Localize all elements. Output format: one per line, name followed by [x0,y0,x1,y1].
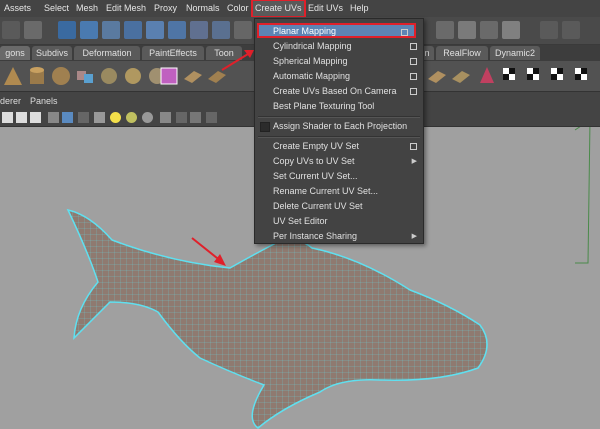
option-box-icon[interactable] [410,143,417,150]
menu-item-per-instance-sharing[interactable]: Per Instance Sharing ▶ [255,229,423,244]
tab-painteffects[interactable]: PaintEffects [142,46,204,60]
menu-item-automatic-mapping[interactable]: Automatic Mapping [255,69,423,84]
tab-realflow[interactable]: RealFlow [436,46,488,60]
menu-item-copy-uvs[interactable]: Copy UVs to UV Set ▶ [255,154,423,169]
menu-proxy[interactable]: Proxy [154,0,177,17]
lights-icon[interactable] [110,112,121,123]
texture-icon[interactable] [94,112,105,123]
share-icon[interactable] [206,112,217,123]
select-object-icon[interactable] [102,21,120,39]
menu-help[interactable]: Help [350,0,369,17]
menu-select[interactable]: Select [44,0,69,17]
uv-layout-icon[interactable] [450,65,472,87]
main-menubar: Assets Select Mesh Edit Mesh Proxy Norma… [0,0,600,18]
menu-renderer[interactable]: derer [0,95,21,108]
menu-item-create-empty-uv-set[interactable]: Create Empty UV Set [255,139,423,154]
combine-icon[interactable] [74,65,96,87]
tab-dynamic2[interactable]: Dynamic2 [490,46,540,60]
select-component-icon[interactable] [124,21,142,39]
option-box-icon[interactable] [410,73,417,80]
checker-icon[interactable] [500,65,522,87]
tab-toon[interactable]: Toon [206,46,242,60]
checker4-icon[interactable] [572,65,594,87]
vertex-mask-icon[interactable] [146,21,164,39]
uv-planar-icon[interactable] [426,65,448,87]
render-view-icon[interactable] [436,21,454,39]
submenu-arrow-icon: ▶ [411,233,417,240]
input-field-icon[interactable] [540,21,558,39]
folder-icon[interactable] [2,21,20,39]
checker3-icon[interactable] [548,65,570,87]
menu-normals[interactable]: Normals [186,0,220,17]
option-box-icon[interactable] [410,58,417,65]
cone-icon[interactable] [2,65,24,87]
tab-subdivs[interactable]: Subdivs [32,46,72,60]
camera-icon[interactable] [2,112,13,123]
menu-item-cylindrical-mapping[interactable]: Cylindrical Mapping [255,39,423,54]
menu-item-uv-set-editor[interactable]: UV Set Editor [255,214,423,229]
menu-color[interactable]: Color [227,0,249,17]
separate-icon[interactable] [98,65,120,87]
menu-item-create-uvs-camera[interactable]: Create UVs Based On Camera [255,84,423,99]
cube-icon[interactable] [158,65,180,87]
render-icon[interactable] [458,21,476,39]
select-hierarchy-icon[interactable] [80,21,98,39]
menu-separator [258,136,420,138]
ao-icon[interactable] [142,112,153,123]
menu-assets[interactable]: Assets [4,0,31,17]
xray-icon[interactable] [176,112,187,123]
sphere-icon[interactable] [50,65,72,87]
isolate-icon[interactable] [160,112,171,123]
pivot-icon[interactable] [476,65,498,87]
menu-mesh[interactable]: Mesh [76,0,98,17]
move-icon[interactable] [58,21,76,39]
wireframe-icon[interactable] [62,112,73,123]
arrow-icon[interactable] [24,21,42,39]
menu-item-rename-uv-set[interactable]: Rename Current UV Set... [255,184,423,199]
help-icon[interactable] [212,21,230,39]
create-uvs-menu: Planar Mapping Cylindrical Mapping Spher… [254,18,424,244]
ipr-icon[interactable] [480,21,498,39]
menu-create-uvs[interactable]: Create UVs [251,0,306,18]
menu-panels[interactable]: Panels [30,95,58,108]
xray-joints-icon[interactable] [190,112,201,123]
menu-edit-mesh[interactable]: Edit Mesh [106,0,146,17]
option-box-icon[interactable] [401,29,408,36]
submenu-arrow-icon: ▶ [411,158,417,165]
menu-item-assign-shader[interactable]: Assign Shader to Each Projection [255,119,423,134]
bookmark-icon[interactable] [30,112,41,123]
smooth-shade-icon[interactable] [78,112,89,123]
attribute-editor-icon[interactable] [562,21,580,39]
checkbox-icon[interactable] [260,122,270,132]
face-mask-icon[interactable] [190,21,208,39]
smooth-icon[interactable] [122,65,144,87]
plane-icon[interactable] [182,65,204,87]
tab-deformation[interactable]: Deformation [74,46,140,60]
menu-item-set-current-uv-set[interactable]: Set Current UV Set... [255,169,423,184]
menu-item-delete-uv-set[interactable]: Delete Current UV Set [255,199,423,214]
cylinder-icon[interactable] [26,65,48,87]
extrude-icon[interactable] [206,65,228,87]
option-box-icon[interactable] [410,88,417,95]
menu-item-planar-mapping[interactable]: Planar Mapping [257,23,416,38]
shadow-icon[interactable] [126,112,137,123]
lock-icon[interactable] [16,112,27,123]
menu-item-best-plane[interactable]: Best Plane Texturing Tool [255,99,423,114]
tab-polygons[interactable]: gons [0,46,30,60]
menu-separator [258,116,420,118]
checker2-icon[interactable] [524,65,546,87]
edge-mask-icon[interactable] [168,21,186,39]
option-box-icon[interactable] [410,43,417,50]
grid-icon[interactable] [48,112,59,123]
snap-icon[interactable] [234,21,252,39]
menu-item-spherical-mapping[interactable]: Spherical Mapping [255,54,423,69]
render-settings-icon[interactable] [502,21,520,39]
menu-edit-uvs[interactable]: Edit UVs [308,0,343,17]
